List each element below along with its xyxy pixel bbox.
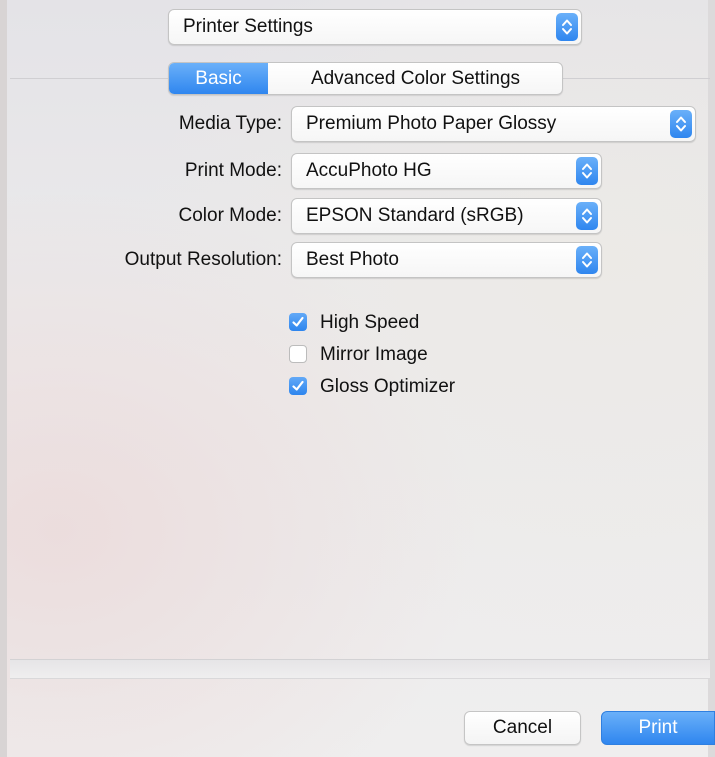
tab-advanced-color-settings[interactable]: Advanced Color Settings bbox=[268, 63, 562, 94]
window-edge-right bbox=[708, 0, 715, 757]
up-down-arrows-icon bbox=[576, 246, 598, 274]
print-mode-label: Print Mode: bbox=[184, 160, 282, 181]
high-speed-checkbox[interactable] bbox=[289, 313, 307, 331]
mirror-image-checkbox[interactable] bbox=[289, 345, 307, 363]
footer-separator bbox=[10, 659, 710, 679]
color-mode-value: EPSON Standard (sRGB) bbox=[306, 205, 524, 226]
tab-divider-line-right bbox=[563, 78, 710, 79]
high-speed-label: High Speed bbox=[320, 312, 420, 333]
gloss-optimizer-checkbox[interactable] bbox=[289, 377, 307, 395]
media-type-value: Premium Photo Paper Glossy bbox=[306, 113, 557, 134]
output-resolution-popup[interactable]: Best Photo bbox=[291, 242, 602, 278]
print-button[interactable]: Print bbox=[601, 711, 715, 745]
tab-divider-line-left bbox=[10, 78, 168, 79]
color-mode-label: Color Mode: bbox=[178, 205, 283, 226]
tab-basic[interactable]: Basic bbox=[169, 63, 268, 94]
up-down-arrows-icon bbox=[576, 202, 598, 230]
window-edge-left bbox=[0, 0, 7, 757]
checkmark-icon bbox=[292, 380, 304, 391]
color-mode-popup[interactable]: EPSON Standard (sRGB) bbox=[291, 198, 602, 234]
panel-selector-popup[interactable]: Printer Settings bbox=[168, 9, 582, 45]
checkmark-icon bbox=[292, 316, 304, 327]
up-down-arrows-icon bbox=[576, 157, 598, 185]
print-mode-popup[interactable]: AccuPhoto HG bbox=[291, 153, 602, 189]
output-resolution-label: Output Resolution: bbox=[124, 249, 282, 270]
panel-selector-value: Printer Settings bbox=[183, 16, 313, 37]
mirror-image-label: Mirror Image bbox=[320, 344, 428, 365]
media-type-label: Media Type: bbox=[178, 113, 282, 134]
up-down-arrows-icon bbox=[556, 13, 578, 41]
media-type-popup[interactable]: Premium Photo Paper Glossy bbox=[291, 106, 696, 142]
cancel-button[interactable]: Cancel bbox=[464, 711, 581, 745]
up-down-arrows-icon bbox=[670, 110, 692, 138]
tab-bar: Basic Advanced Color Settings bbox=[168, 62, 563, 95]
print-dialog: Printer Settings Basic Advanced Color Se… bbox=[0, 0, 715, 757]
output-resolution-value: Best Photo bbox=[306, 249, 399, 270]
print-mode-value: AccuPhoto HG bbox=[306, 160, 432, 181]
gloss-optimizer-label: Gloss Optimizer bbox=[320, 376, 456, 397]
